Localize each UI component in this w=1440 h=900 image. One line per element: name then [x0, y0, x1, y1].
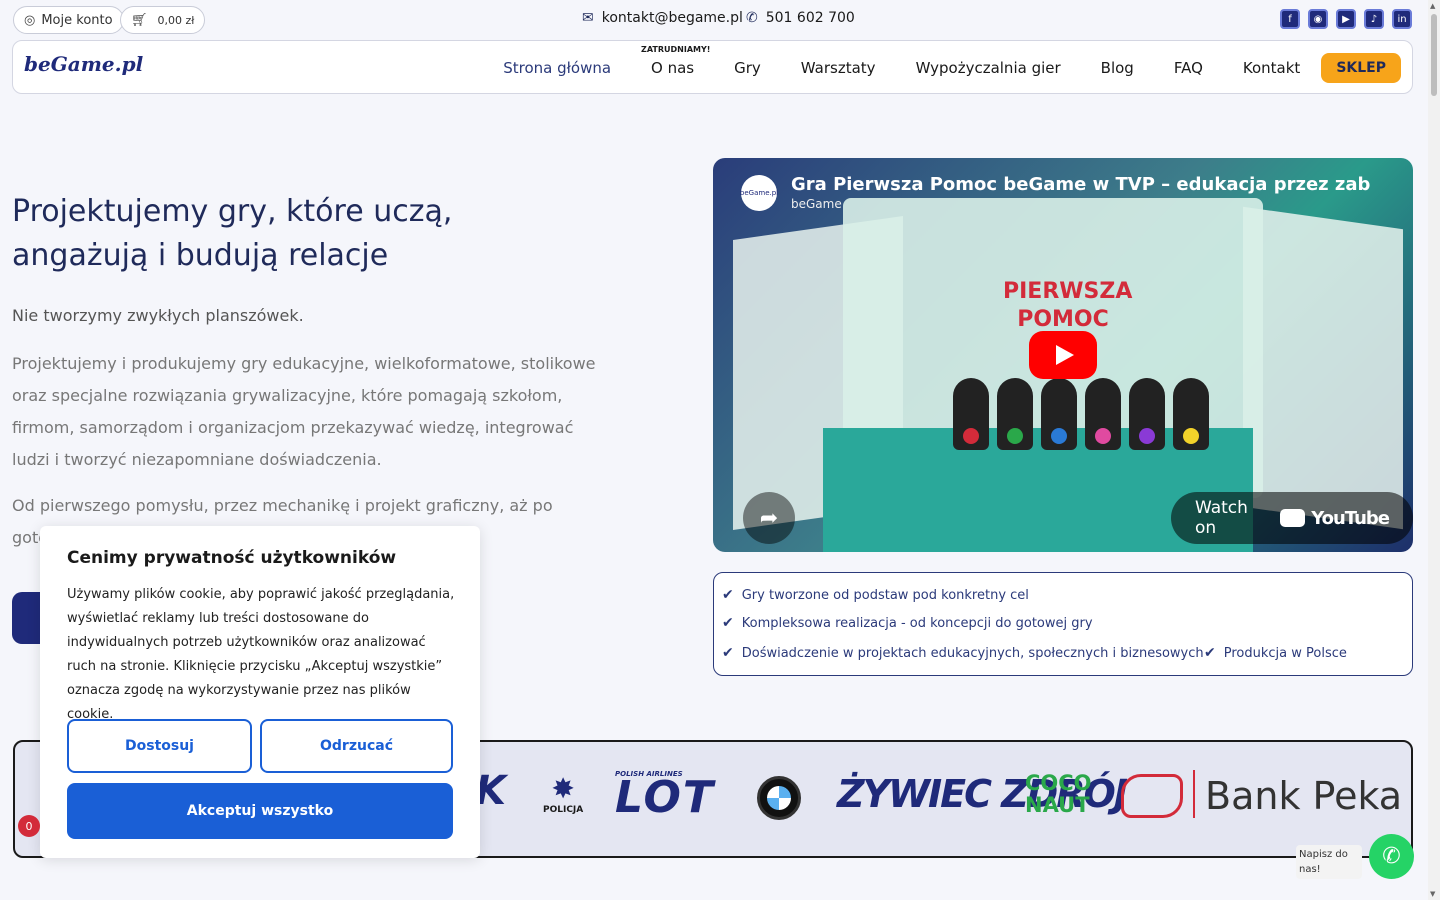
feature-item: ✔ Doświadczenie w projektach edukacyjnych… [722, 645, 1204, 661]
channel-avatar[interactable]: beGame.pl [740, 174, 778, 211]
hero-lead: Nie tworzymy zwykłych planszówek. [12, 306, 304, 325]
scroll-up-icon[interactable]: ▲ [1430, 2, 1435, 10]
social-links: f ◉ ▶ ♪ in [1280, 9, 1412, 29]
pawn [1173, 378, 1209, 450]
phone-text: 501 602 700 [765, 10, 855, 26]
notification-badge[interactable]: 0 [18, 815, 40, 837]
user-icon: ◎ [24, 12, 36, 28]
pawn [1085, 378, 1121, 450]
phone-link[interactable]: ✆ 501 602 700 [746, 10, 855, 26]
feature-item: ✔ Kompleksowa realizacja - od koncepcji d… [722, 615, 1093, 631]
email-text: kontakt@begame.pl [601, 10, 743, 26]
nav-item-workshops[interactable]: Warsztaty [801, 59, 876, 77]
envelope-icon: ✉ [582, 10, 594, 26]
logo-divider [1193, 770, 1195, 818]
account-label: Moje konto [41, 12, 113, 28]
facebook-icon[interactable]: f [1280, 9, 1300, 29]
pawn [953, 378, 989, 450]
video-thumbnail-panel [1243, 206, 1403, 530]
nav-item-games[interactable]: Gry [734, 59, 761, 77]
account-button[interactable]: ◎ Moje konto [13, 6, 124, 34]
features-box: ✔ Gry tworzone od podstaw pod konkretny c… [713, 572, 1413, 676]
nav-item-faq[interactable]: FAQ [1174, 59, 1203, 77]
nav-menu: Strona główna ZATRUDNIAMY! O nas Gry Wars… [463, 41, 1412, 95]
nav-item-rental[interactable]: Wypożyczalnia gier [916, 59, 1061, 77]
scroll-down-icon[interactable]: ▼ [1430, 890, 1435, 898]
reject-button[interactable]: Odrzucać [260, 719, 453, 773]
nav-item-contact[interactable]: Kontakt [1243, 59, 1300, 77]
shop-button[interactable]: SKLEP [1321, 53, 1401, 83]
check-icon: ✔ [722, 615, 734, 631]
email-link[interactable]: ✉ kontakt@begame.pl [582, 10, 743, 26]
logo-lot: POLISH AIRLINES LOT [615, 770, 715, 823]
video-header: beGame.pl Gra Pierwsza Pomoc beGame w TV… [740, 174, 1371, 211]
hiring-badge: ZATRUDNIAMY! [641, 45, 711, 54]
cart-total: 0,00 zł [157, 13, 195, 27]
youtube-icon[interactable]: ▶ [1336, 9, 1356, 29]
pawn [1041, 378, 1077, 450]
nav-item-blog[interactable]: Blog [1101, 59, 1134, 77]
cookie-text: Używamy plików cookie, aby poprawić jako… [67, 587, 455, 722]
nav-item-home[interactable]: Strona główna [503, 59, 611, 77]
cookie-consent-dialog: Cenimy prywatność użytkowników Używamy p… [40, 526, 480, 858]
police-star-icon: ✸ [551, 772, 575, 805]
video-channel[interactable]: beGame [791, 197, 1371, 211]
scrollbar-thumb[interactable] [1431, 14, 1437, 96]
watch-on-label: Watch on [1195, 498, 1248, 538]
youtube-brand: YouTube [1311, 507, 1390, 529]
logo-coconaut: COCO NAUT [1025, 771, 1092, 817]
youtube-video-embed[interactable]: PIERWSZA POMOC beGame.pl Gra Pierwsza Po… [713, 158, 1413, 552]
video-title[interactable]: Gra Pierwsza Pomoc beGame w TVP – edukac… [791, 174, 1371, 195]
share-icon[interactable]: ➦ [743, 492, 795, 544]
check-icon: ✔ [1204, 645, 1216, 661]
pawn [1129, 378, 1165, 450]
feature-item: ✔ Gry tworzone od podstaw pod konkretny c… [722, 587, 1029, 603]
accept-all-button[interactable]: Akceptuj wszystko [67, 783, 453, 839]
logo-bank-pekao: Bank Peka [1205, 774, 1403, 818]
bison-icon [1121, 774, 1183, 818]
customize-button[interactable]: Dostosuj [67, 719, 252, 773]
top-bar: ◎ Moje konto 🛒︎ 0,00 zł ✉ kontakt@begame… [0, 0, 1428, 40]
check-icon: ✔ [722, 587, 734, 603]
main-navigation: beGame.pl Strona główna ZATRUDNIAMY! O na… [12, 40, 1413, 94]
hero-paragraph: Projektujemy i produkujemy gry edukacyjn… [12, 354, 596, 469]
instagram-icon[interactable]: ◉ [1308, 9, 1328, 29]
board-title: PIERWSZA POMOC [1003, 279, 1133, 332]
tiktok-icon[interactable]: ♪ [1364, 9, 1384, 29]
site-logo[interactable]: beGame.pl [24, 52, 143, 76]
play-button[interactable] [1029, 331, 1097, 379]
logo-bmw [757, 776, 801, 820]
feature-item: ✔ Produkcja w Polsce [1204, 645, 1347, 661]
whatsapp-icon[interactable]: ✆ [1369, 834, 1414, 879]
check-icon: ✔ [722, 645, 734, 661]
linkedin-icon[interactable]: in [1392, 9, 1412, 29]
whatsapp-label[interactable]: Napisz do nas! [1296, 845, 1362, 879]
cart-icon: 🛒︎ [131, 12, 148, 28]
youtube-logo-icon [1279, 509, 1306, 527]
cart-button[interactable]: 🛒︎ 0,00 zł [120, 6, 206, 34]
cookie-title: Cenimy prywatność użytkowników [67, 548, 397, 568]
hero-title: Projektujemy gry, które uczą, angażują i… [12, 194, 453, 273]
logo-policja: ✸ POLICJA [543, 772, 584, 815]
pawn [997, 378, 1033, 450]
game-pawns [953, 378, 1209, 450]
page-scrollbar[interactable]: ▲ ▼ [1428, 0, 1440, 900]
watch-on-youtube-button[interactable]: Watch on YouTube [1171, 492, 1413, 544]
nav-item-about[interactable]: ZATRUDNIAMY! O nas [641, 45, 710, 77]
phone-icon: ✆ [746, 10, 758, 26]
